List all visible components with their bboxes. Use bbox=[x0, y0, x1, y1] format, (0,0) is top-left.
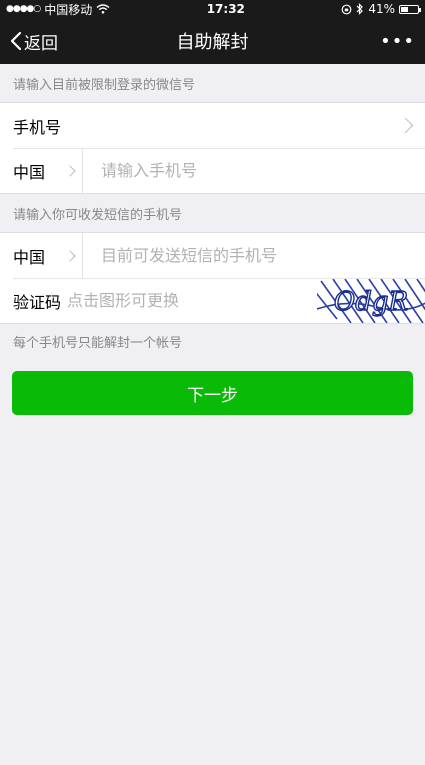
orientation-lock-icon bbox=[341, 4, 352, 14]
section-hint-restricted-account: 请输入目前被限制登录的微信号 bbox=[13, 77, 196, 93]
country-label: 中国 bbox=[13, 247, 46, 267]
chevron-right-icon bbox=[397, 117, 414, 134]
chevron-left-icon bbox=[10, 31, 22, 51]
carrier-name: 中国移动 bbox=[44, 2, 93, 17]
captcha-input[interactable] bbox=[61, 290, 317, 311]
chevron-right-icon bbox=[64, 164, 76, 177]
captcha-label: 验证码 bbox=[13, 292, 62, 312]
one-account-note: 每个手机号只能解封一个帐号 bbox=[13, 335, 183, 351]
next-step-button[interactable]: 下一步 bbox=[12, 371, 413, 415]
account-type-label: 手机号 bbox=[13, 117, 62, 137]
page-title: 自助解封 bbox=[176, 32, 249, 53]
more-menu-button[interactable]: ••• bbox=[380, 31, 415, 52]
country-label: 中国 bbox=[13, 162, 46, 182]
chevron-right-icon bbox=[64, 249, 76, 262]
captcha-text: OdgR bbox=[334, 287, 408, 317]
signal-strength-icon: ●●●●○ bbox=[6, 4, 41, 14]
status-left: ●●●●○ 中国移动 bbox=[6, 1, 110, 18]
battery-percent: 41% bbox=[368, 2, 395, 16]
restricted-phone-row: 中国 bbox=[0, 148, 425, 193]
restricted-phone-input[interactable] bbox=[83, 160, 425, 181]
status-right: 41% bbox=[341, 2, 421, 16]
country-selector[interactable]: 中国 bbox=[13, 148, 83, 193]
back-button[interactable]: 返回 bbox=[10, 29, 58, 54]
country-selector[interactable]: 中国 bbox=[13, 233, 83, 278]
section-hint-sms-phone: 请输入你可收发短信的手机号 bbox=[13, 207, 183, 223]
navigation-bar: 返回 自助解封 ••• bbox=[0, 18, 425, 64]
battery-icon bbox=[399, 4, 421, 14]
status-bar: ●●●●○ 中国移动 17:32 41% bbox=[0, 0, 425, 18]
wifi-icon bbox=[96, 4, 110, 14]
captcha-image[interactable]: OdgR bbox=[317, 278, 425, 323]
restricted-account-group: 手机号 中国 bbox=[0, 102, 425, 194]
back-label: 返回 bbox=[24, 33, 58, 54]
battery-fill bbox=[401, 6, 408, 12]
clock: 17:32 bbox=[206, 2, 245, 16]
account-type-row[interactable]: 手机号 bbox=[0, 103, 425, 148]
sms-phone-input[interactable] bbox=[83, 245, 425, 266]
sms-phone-row: 中国 bbox=[0, 233, 425, 278]
sms-phone-group: 中国 验证码 OdgR bbox=[0, 232, 425, 324]
captcha-row: 验证码 OdgR bbox=[0, 278, 425, 323]
bluetooth-icon bbox=[356, 3, 364, 15]
